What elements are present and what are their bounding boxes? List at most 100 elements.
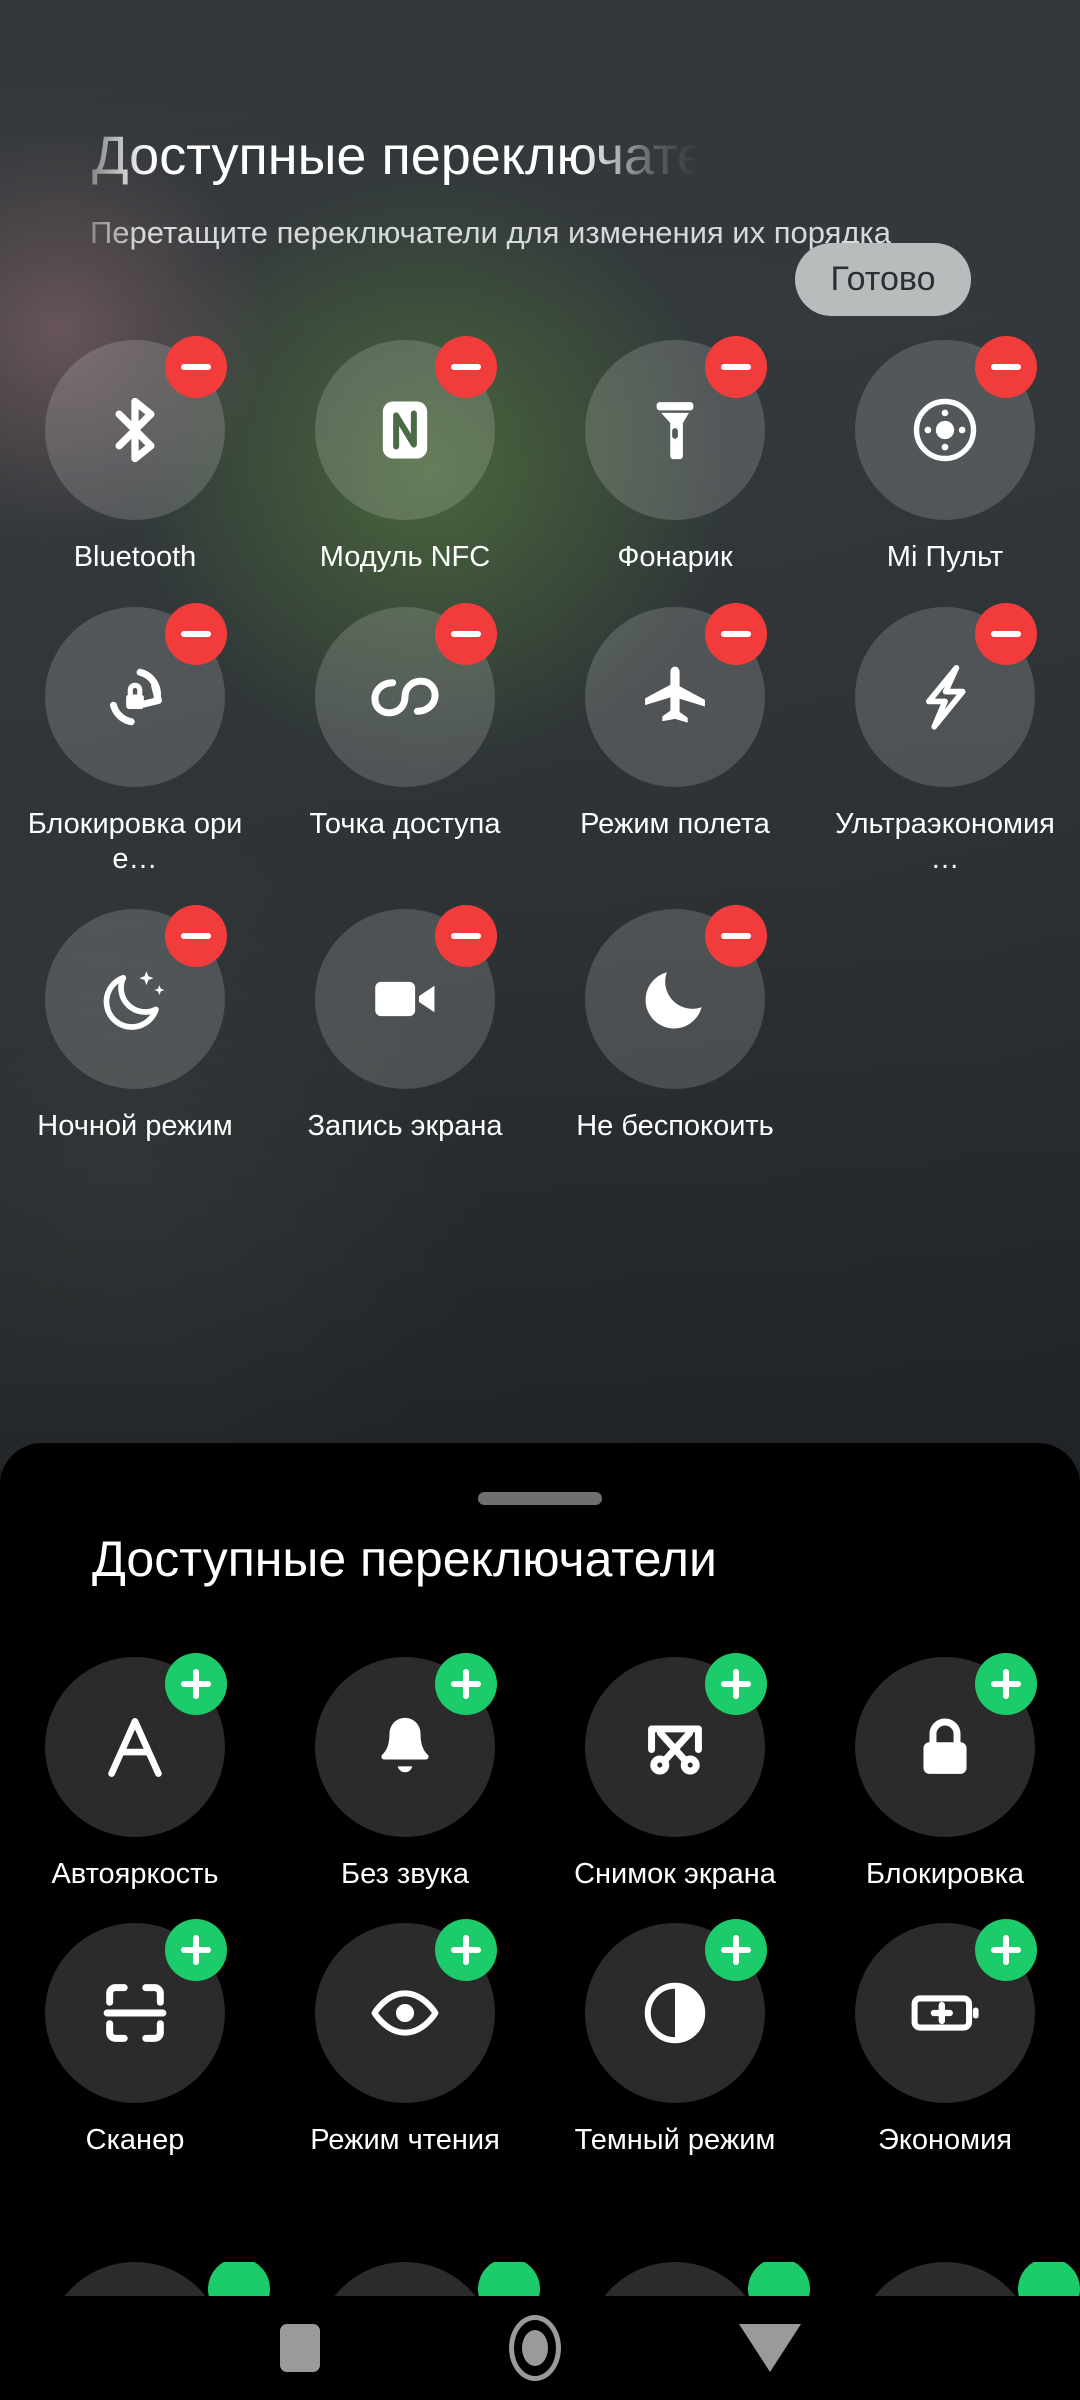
home-circle-icon[interactable] [465,2296,605,2400]
toggle-tile[interactable]: Блокировка [810,1653,1080,1892]
toggle-icon-circle[interactable] [585,1919,767,2103]
toggle-tile[interactable]: Модуль NFC [270,336,540,575]
add-toggle-badge[interactable] [165,1919,227,1981]
toggle-icon-circle[interactable] [315,2262,495,2296]
toggle-icon-circle[interactable] [855,2262,1035,2296]
toggle-icon-circle[interactable] [45,1653,227,1837]
toggle-icon-circle[interactable] [315,336,497,520]
toggle-tile-partial[interactable] [270,2262,540,2296]
toggle-icon-circle[interactable] [45,2262,225,2296]
back-triangle-icon[interactable] [700,2296,840,2400]
plus-icon [991,1669,1021,1699]
toggle-tile[interactable]: Темный режим [540,1919,810,2158]
sheet-drag-handle[interactable] [478,1492,602,1505]
add-toggle-badge[interactable] [705,1653,767,1715]
plus-icon [451,1669,481,1699]
editor-header: Доступные переключатели Перетащите перек… [0,110,1080,316]
remove-toggle-badge[interactable] [705,905,767,967]
toggle-icon-circle[interactable] [585,336,767,520]
plus-icon [721,1669,751,1699]
remove-toggle-badge[interactable] [165,603,227,665]
toggle-tile-partial[interactable] [540,2262,810,2296]
toggle-tile[interactable]: Фонарик [540,336,810,575]
remove-toggle-badge[interactable] [705,336,767,398]
toggle-label: Mi Пульт [886,541,1004,573]
toggle-icon-circle[interactable] [45,1919,227,2103]
toggle-icon-circle[interactable] [855,603,1037,787]
recents-square-icon[interactable] [230,2296,370,2400]
toggle-label: Без звука [341,1858,469,1890]
toggle-tile[interactable]: Снимок экрана [540,1653,810,1892]
add-toggle-badge[interactable] [975,1919,1037,1981]
nfc-icon [367,392,443,468]
remove-toggle-badge[interactable] [165,905,227,967]
do-not-disturb-icon [637,961,713,1037]
add-toggle-badge[interactable] [1018,2262,1080,2296]
active-toggles-grid: Bluetooth Модуль NFC Фонарик Mi Пульт Блокир… [0,336,1080,1144]
minus-icon [991,364,1021,370]
toggle-tile[interactable]: Автояркость [0,1653,270,1892]
toggle-icon-circle[interactable] [45,603,227,787]
toggle-tile[interactable]: Bluetooth [0,336,270,575]
page-title: Доступные переключатели [92,126,767,186]
toggle-icon-circle[interactable] [855,1653,1037,1837]
toggle-icon-circle[interactable] [315,603,497,787]
ultra-battery-saver-icon [907,659,983,735]
add-toggle-badge[interactable] [208,2262,270,2296]
remove-toggle-badge[interactable] [975,336,1037,398]
toggle-tile[interactable]: Не беспокоить [540,905,810,1144]
toggle-tile[interactable]: Точка доступа [270,603,540,877]
done-button[interactable]: Готово [795,243,971,316]
toggle-tile[interactable]: Без звука [270,1653,540,1892]
add-toggle-badge[interactable] [478,2262,540,2296]
toggle-icon-circle[interactable] [855,1919,1037,2103]
remove-toggle-badge[interactable] [435,336,497,398]
toggle-icon-circle[interactable] [585,603,767,787]
minus-icon [181,631,211,637]
toggle-tile[interactable]: Сканер [0,1919,270,2158]
add-toggle-badge[interactable] [748,2262,810,2296]
remove-toggle-badge[interactable] [705,603,767,665]
remove-toggle-badge[interactable] [435,603,497,665]
toggle-label: Не беспокоить [576,1110,774,1142]
toggle-tile[interactable]: Ультраэкономия … [810,603,1080,877]
toggle-tile[interactable]: Блокировка орие… [0,603,270,877]
night-mode-icon [97,961,173,1037]
toggle-icon-circle[interactable] [585,905,767,1089]
add-toggle-badge[interactable] [705,1919,767,1981]
remove-toggle-badge[interactable] [435,905,497,967]
system-navigation-bar [0,2296,1080,2400]
toggle-tile[interactable]: Экономия [810,1919,1080,2158]
toggle-label: Темный режим [574,2124,776,2156]
toggle-label: Автояркость [51,1858,219,1890]
toggle-tile[interactable]: Запись экрана [270,905,540,1144]
toggle-tile[interactable]: Режим чтения [270,1919,540,2158]
toggle-icon-circle[interactable] [45,905,227,1089]
toggle-tile-partial[interactable] [0,2262,270,2296]
toggle-label: Режим полета [580,808,770,840]
add-toggle-badge[interactable] [435,1653,497,1715]
auto-brightness-icon [97,1709,173,1785]
toggle-label: Bluetooth [73,541,197,573]
toggle-tile-partial[interactable] [810,2262,1080,2296]
toggle-icon-circle[interactable] [855,336,1037,520]
toggle-tile[interactable]: Mi Пульт [810,336,1080,575]
toggle-icon-circle[interactable] [315,1653,497,1837]
toggle-icon-circle[interactable] [585,1653,767,1837]
toggle-icon-circle[interactable] [315,1919,497,2103]
toggle-icon-circle[interactable] [45,336,227,520]
add-toggle-badge[interactable] [975,1653,1037,1715]
toggle-tile[interactable]: Ночной режим [0,905,270,1144]
add-toggle-badge[interactable] [165,1653,227,1715]
toggle-tile[interactable]: Режим полета [540,603,810,877]
toggle-icon-circle[interactable] [315,905,497,1089]
bell-mute-icon [367,1709,443,1785]
plus-icon [451,1935,481,1965]
remove-toggle-badge[interactable] [975,603,1037,665]
dark-mode-icon [637,1975,713,2051]
battery-saver-icon [907,1975,983,2051]
toggle-label: Блокировка орие… [27,808,243,875]
toggle-icon-circle[interactable] [585,2262,765,2296]
remove-toggle-badge[interactable] [165,336,227,398]
add-toggle-badge[interactable] [435,1919,497,1981]
